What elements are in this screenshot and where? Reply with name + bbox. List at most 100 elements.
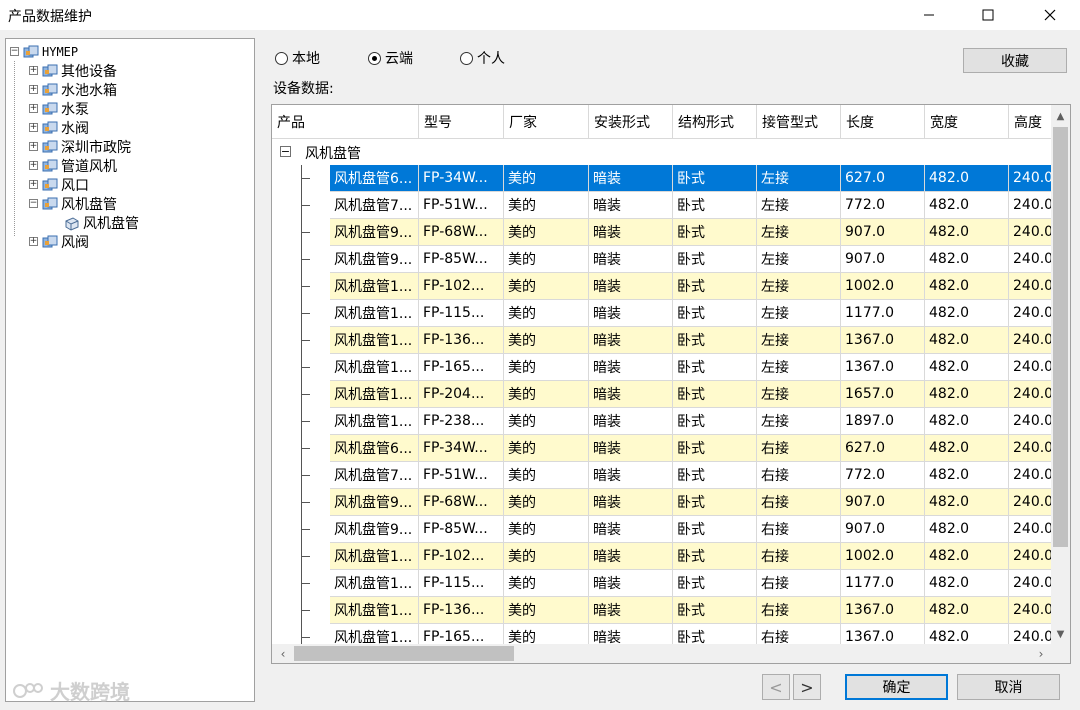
table-cell[interactable]: 卧式	[673, 354, 757, 381]
table-cell[interactable]: FP-51W...	[419, 192, 504, 219]
table-cell[interactable]: 772.0	[841, 192, 925, 219]
table-cell[interactable]: 240.0	[1009, 462, 1052, 489]
table-cell[interactable]: 风机盘管9...	[330, 489, 419, 516]
table-cell[interactable]: 暗装	[589, 192, 673, 219]
table-cell[interactable]: 暗装	[589, 516, 673, 543]
table-cell[interactable]: 482.0	[925, 516, 1009, 543]
table-cell[interactable]: 暗装	[589, 165, 673, 192]
table-row[interactable]: 风机盘管1... FP-204... 美的 暗装 卧式 左接 1657.0 482.0 240.…	[272, 381, 1052, 408]
table-cell[interactable]: 美的	[504, 165, 589, 192]
table-cell[interactable]: 482.0	[925, 327, 1009, 354]
scroll-left-icon[interactable]: ‹	[274, 644, 292, 663]
column-header[interactable]: 厂家	[504, 105, 589, 138]
column-header[interactable]: 安装形式	[589, 105, 673, 138]
table-cell[interactable]: 240.0	[1009, 408, 1052, 435]
table-cell[interactable]: 240.0	[1009, 435, 1052, 462]
table-cell[interactable]: 482.0	[925, 435, 1009, 462]
device-data-grid[interactable]: 产品 型号 厂家 安装形式 结构形式 接管型式 长度 宽度 高度 − 风机盘管 风机盘管6...…	[271, 104, 1071, 664]
tree-expand-icon[interactable]: +	[29, 104, 38, 113]
table-cell[interactable]: FP-34W...	[419, 165, 504, 192]
table-cell[interactable]: 暗装	[589, 273, 673, 300]
table-cell[interactable]: 240.0	[1009, 543, 1052, 570]
tree-expand-icon[interactable]: +	[29, 161, 38, 170]
table-cell[interactable]: 美的	[504, 300, 589, 327]
table-cell[interactable]: 卧式	[673, 246, 757, 273]
column-header[interactable]: 接管型式	[757, 105, 841, 138]
tree-item[interactable]: + 管道风机	[29, 156, 117, 175]
table-cell[interactable]: 美的	[504, 192, 589, 219]
tree-item[interactable]: + 风口	[29, 175, 89, 194]
table-cell[interactable]: 左接	[757, 300, 841, 327]
table-row[interactable]: 风机盘管9... FP-85W... 美的 暗装 卧式 右接 907.0 482.0 240.0	[272, 516, 1052, 543]
table-cell[interactable]: 627.0	[841, 165, 925, 192]
minimize-button[interactable]	[906, 0, 952, 30]
table-cell[interactable]: 240.0	[1009, 300, 1052, 327]
table-cell[interactable]: 卧式	[673, 273, 757, 300]
table-cell[interactable]: 左接	[757, 408, 841, 435]
table-cell[interactable]: 1177.0	[841, 570, 925, 597]
table-row[interactable]: 风机盘管7... FP-51W... 美的 暗装 卧式 左接 772.0 482.0 240.0	[272, 192, 1052, 219]
table-row[interactable]: 风机盘管1... FP-238... 美的 暗装 卧式 左接 1897.0 482.0 240.…	[272, 408, 1052, 435]
table-cell[interactable]: 左接	[757, 327, 841, 354]
tree-expand-icon[interactable]: +	[29, 180, 38, 189]
column-header[interactable]: 产品	[272, 105, 419, 138]
close-button[interactable]	[1027, 0, 1073, 30]
column-header[interactable]: 宽度	[925, 105, 1009, 138]
table-cell[interactable]: 暗装	[589, 462, 673, 489]
table-cell[interactable]: FP-102...	[419, 273, 504, 300]
tree-item[interactable]: + 风阀	[29, 232, 89, 251]
table-row[interactable]: 风机盘管1... FP-165... 美的 暗装 卧式 左接 1367.0 482.0 240.…	[272, 354, 1052, 381]
column-header[interactable]: 型号	[419, 105, 504, 138]
table-cell[interactable]: 482.0	[925, 246, 1009, 273]
table-cell[interactable]: FP-68W...	[419, 219, 504, 246]
table-row[interactable]: 风机盘管9... FP-68W... 美的 暗装 卧式 右接 907.0 482.0 240.0	[272, 489, 1052, 516]
tree-child-item[interactable]: 风机盘管	[64, 212, 139, 233]
table-cell[interactable]: 风机盘管6...	[330, 165, 419, 192]
tree-expand-icon[interactable]: +	[29, 237, 38, 246]
table-cell[interactable]: 暗装	[589, 219, 673, 246]
table-cell[interactable]: FP-238...	[419, 408, 504, 435]
table-cell[interactable]: 美的	[504, 570, 589, 597]
table-cell[interactable]: FP-165...	[419, 354, 504, 381]
table-cell[interactable]: 627.0	[841, 435, 925, 462]
scroll-up-icon[interactable]: ▲	[1051, 107, 1070, 125]
table-cell[interactable]: 482.0	[925, 273, 1009, 300]
table-cell[interactable]: 1367.0	[841, 327, 925, 354]
table-cell[interactable]: 暗装	[589, 597, 673, 624]
table-cell[interactable]: 482.0	[925, 462, 1009, 489]
table-cell[interactable]: 风机盘管1...	[330, 408, 419, 435]
table-cell[interactable]: 美的	[504, 516, 589, 543]
table-cell[interactable]: 482.0	[925, 192, 1009, 219]
tree-expand-icon[interactable]: +	[29, 123, 38, 132]
table-cell[interactable]: 240.0	[1009, 246, 1052, 273]
table-cell[interactable]: 左接	[757, 354, 841, 381]
horizontal-scrollbar[interactable]: ‹ ›	[272, 644, 1052, 663]
table-cell[interactable]: 风机盘管7...	[330, 192, 419, 219]
table-cell[interactable]: 美的	[504, 219, 589, 246]
table-cell[interactable]: 482.0	[925, 570, 1009, 597]
table-cell[interactable]: 482.0	[925, 300, 1009, 327]
table-cell[interactable]: 暗装	[589, 327, 673, 354]
table-cell[interactable]: FP-85W...	[419, 516, 504, 543]
scroll-right-icon[interactable]: ›	[1032, 644, 1050, 663]
table-cell[interactable]: 240.0	[1009, 624, 1052, 645]
tree-expand-icon[interactable]: +	[29, 142, 38, 151]
table-cell[interactable]: 暗装	[589, 543, 673, 570]
tree-item[interactable]: + 深圳市政院	[29, 137, 131, 156]
table-cell[interactable]: 左接	[757, 165, 841, 192]
table-cell[interactable]: 美的	[504, 435, 589, 462]
table-cell[interactable]: 美的	[504, 381, 589, 408]
table-cell[interactable]: 左接	[757, 219, 841, 246]
table-cell[interactable]: 卧式	[673, 327, 757, 354]
table-row[interactable]: 风机盘管1... FP-165... 美的 暗装 卧式 右接 1367.0 482.0 240.…	[272, 624, 1052, 645]
table-cell[interactable]: 1177.0	[841, 300, 925, 327]
table-cell[interactable]: 240.0	[1009, 489, 1052, 516]
table-cell[interactable]: 482.0	[925, 543, 1009, 570]
table-row[interactable]: 风机盘管1... FP-115... 美的 暗装 卧式 左接 1177.0 482.0 240.…	[272, 300, 1052, 327]
table-cell[interactable]: 240.0	[1009, 165, 1052, 192]
table-cell[interactable]: 卧式	[673, 408, 757, 435]
vertical-scrollbar[interactable]: ▲ ▼	[1051, 105, 1070, 645]
table-cell[interactable]: 240.0	[1009, 570, 1052, 597]
table-row[interactable]: 风机盘管6... FP-34W... 美的 暗装 卧式 右接 627.0 482.0 240.0	[272, 435, 1052, 462]
table-cell[interactable]: 风机盘管6...	[330, 435, 419, 462]
